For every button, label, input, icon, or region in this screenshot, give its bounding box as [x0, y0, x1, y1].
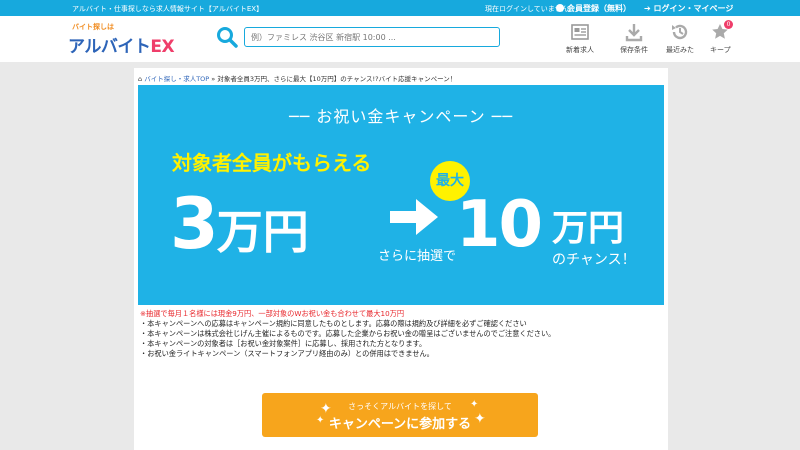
join-campaign-button[interactable]: ✦ ✦ ✦ ✦ さっそくアルバイトを探して キャンペーンに参加する	[262, 393, 538, 437]
nav-saved[interactable]: 保存条件	[620, 22, 648, 55]
banner-headline: ── お祝い金キャンペーン ──	[289, 107, 513, 126]
register-link[interactable]: 会員登録（無料）	[556, 3, 631, 14]
banner-target-text: 対象者全員がもらえる	[172, 151, 372, 175]
newspaper-icon	[571, 24, 589, 40]
arrow-right-icon	[390, 199, 438, 235]
site-logo[interactable]: バイト探しは アルバイトEX	[68, 22, 175, 58]
amount-max-unit: 万円	[552, 208, 625, 249]
notes-highlight: ※抽選で毎月１名様には現金9万円、一部対象のWお祝い金も合わせて最大10万円	[140, 309, 405, 318]
notes-item: ・お祝い金ライトキャンペーン（スマートフォンアプリ経由のみ）との併用はできません…	[140, 349, 434, 358]
banner-chance-text: のチャンス！	[552, 252, 636, 268]
site-header: バイト探しは アルバイトEX 新着求人 保存条件 最近みた	[0, 16, 800, 62]
search-input[interactable]	[244, 27, 500, 47]
nav-saved-label: 保存条件	[620, 46, 648, 54]
amount-base-unit: 万円	[216, 205, 309, 259]
notes-item: ・本キャンペーンへの応募はキャンペーン規約に同意したものとします。応募の際は規約…	[140, 319, 527, 328]
campaign-banner: ── お祝い金キャンペーン ── 対象者全員がもらえる 3万円 さらに抽選で 最…	[138, 85, 664, 305]
cta-subtext: さっそくアルバイトを探して	[348, 402, 452, 411]
history-icon	[672, 24, 688, 40]
banner-amount-base: 3万円	[170, 189, 309, 259]
login-icon: ➔	[644, 4, 654, 13]
breadcrumb-current: 対象者全員3万円、さらに最大【10万円】のチャンス!?バイト応援キャンペーン！	[217, 75, 457, 83]
logo-main: アルバイト	[68, 37, 151, 57]
search-icon[interactable]	[216, 26, 238, 48]
nav-recent[interactable]: 最近みた	[666, 22, 694, 55]
register-label: 会員登録（無料）	[567, 4, 631, 13]
nav-keep-label: キープ	[710, 46, 731, 54]
top-bar: アルバイト・仕事探しなら求人情報サイト【アルバイトEX】 現在ログインしていませ…	[0, 0, 800, 16]
banner-lottery-text: さらに抽選で	[378, 249, 457, 264]
nav-new-jobs[interactable]: 新着求人	[566, 22, 594, 55]
nav-new-label: 新着求人	[566, 46, 594, 54]
logo-subtext: バイト探しは	[72, 23, 114, 31]
login-label: ログイン・マイページ	[653, 4, 734, 13]
notes-item: ・本キャンペーンの対象者は［お祝い金対象案件］に応募し、採用された方となります。	[140, 339, 427, 348]
notes-item: ・本キャンペーンは株式会社じげん主催によるものです。応募した企業からお祝い金の贈…	[140, 329, 556, 338]
login-link[interactable]: ➔ ログイン・マイページ	[644, 3, 733, 14]
keep-count-badge: 0	[724, 20, 733, 29]
amount-base-number: 3	[170, 183, 219, 265]
campaign-notes: ※抽選で毎月１名様には現金9万円、一部対象のWお祝い金も合わせて最大10万円 ・…	[140, 309, 555, 359]
breadcrumb-home[interactable]: バイト探し・求人TOP	[144, 75, 209, 83]
site-tagline: アルバイト・仕事探しなら求人情報サイト【アルバイトEX】	[72, 5, 264, 13]
logo-text: アルバイトEX	[68, 32, 175, 57]
cta-label: キャンペーンに参加する	[328, 417, 472, 432]
logo-ex: EX	[150, 37, 175, 57]
nav-keep[interactable]: 0 キープ	[710, 20, 733, 55]
main-content: ⌂ バイト探し・求人TOP » 対象者全員3万円、さらに最大【10万円】のチャン…	[134, 68, 668, 450]
amount-max-number: 10	[456, 188, 543, 262]
breadcrumb: ⌂ バイト探し・求人TOP » 対象者全員3万円、さらに最大【10万円】のチャン…	[138, 73, 456, 83]
user-icon	[556, 4, 564, 12]
nav-recent-label: 最近みた	[666, 46, 694, 54]
download-icon	[625, 24, 643, 42]
